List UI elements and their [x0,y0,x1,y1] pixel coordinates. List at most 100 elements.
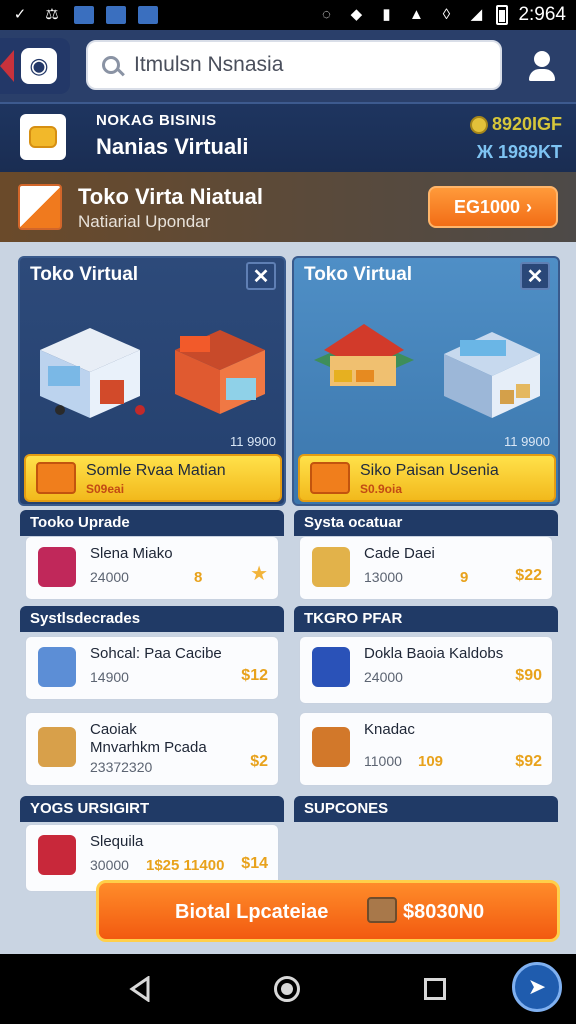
image-icon [74,6,94,24]
search-input[interactable] [134,53,474,77]
assistant-icon[interactable]: ➤ [512,962,562,1012]
search-icon [102,56,120,74]
list-item[interactable]: Cade Daei 13000 9 $22 [299,536,553,600]
item-price: $14 [241,855,268,872]
search-box[interactable] [86,40,502,90]
store-banner-button-label: EG1000 [453,196,521,217]
item-price: $2 [250,753,268,770]
chevron-right-icon: › [526,196,533,217]
store-card-title: Toko Virtual [30,264,139,285]
profile-head [534,51,550,67]
item-sub: 13000 [364,569,403,585]
calendar-icon [138,6,158,24]
section-heading: SUPCONES [294,796,558,822]
notification-icon: ✓ [13,6,27,23]
item-price: $92 [515,753,542,770]
notification-icon: ⚖ [45,6,59,23]
store-card-count: 11 9900 [229,434,276,449]
back-icon[interactable] [128,976,152,1002]
offer-title: Siko Paisan Usenia [360,462,499,479]
coin-balance-value: 8920IGF [491,114,562,134]
purchase-amount: $8030N0 [403,901,485,923]
nfc-icon: ▮ [382,6,391,23]
box-icon [312,547,350,587]
discount-icon [310,462,350,494]
item-name-line2: Mnvarhkm Pcada [90,739,207,756]
item-meta: 8 [194,569,203,586]
coin-icon [469,115,488,134]
offer-banner[interactable]: Somle Rvaa Matian S09eai [24,454,282,502]
section-heading: YOGS URSIGIRT [20,796,284,822]
item-meta: 109 [418,753,444,770]
offer-title: Somle Rvaa Matian [86,462,226,479]
item-sub: 14900 [90,669,129,685]
purchase-button[interactable]: Biotal Lpcateiae $8030N0 [96,880,560,942]
item-name: Cade Daei [364,545,435,562]
alarm-icon: ◆ [350,6,363,23]
item-name: Slequila [90,833,144,850]
offer-price: S0.9oia [360,482,403,496]
box-icon [18,184,62,230]
section-heading: Tooko Uprade [20,510,284,536]
mail-icon [106,6,126,24]
home-icon[interactable] [274,976,300,1002]
item-sub: 30000 [90,857,129,873]
business-name: Nanias Virtuali [96,134,249,159]
item-name: Knadac [364,721,415,738]
recent-apps-icon[interactable] [424,978,446,1000]
top-header: ◉ [0,30,576,102]
star-icon: ★ [250,563,268,585]
list-item[interactable]: Slena Miako 24000 8 ★ [25,536,279,600]
cube-icon [312,647,350,687]
plant-pot-icon [38,835,76,875]
item-name: Slena Miako [90,545,173,562]
battery-icon [496,5,509,25]
item-sub: 24000 [364,669,403,685]
store-card-count: 11 9900 [503,434,550,449]
system-nav-bar [0,954,576,1024]
item-name: Sohcal: Paa Cacibe [90,645,222,662]
item-price: $22 [515,567,542,584]
gem-balance: Ж 1989KT [476,142,562,162]
profile-icon[interactable] [520,46,564,86]
wifi-icon: ◊ [442,6,451,23]
coin-balance: 8920IGF [469,114,562,135]
store-card-title: Toko Virtual [304,264,413,285]
chest-icon [367,897,397,923]
close-icon[interactable]: ✕ [246,262,276,290]
item-name: Dokla Baoia Kaldobs [364,645,504,662]
close-icon[interactable]: ✕ [520,262,550,290]
item-sub: 23372320 [90,759,153,775]
list-item[interactable]: Sohcal: Paa Cacibe 14900 $12 [25,636,279,700]
store-illustration [40,328,265,418]
item-price: $12 [241,667,268,684]
offer-banner[interactable]: Siko Paisan Usenia S0.9oia [298,454,556,502]
list-item[interactable]: Caoiak Mnvarhkm Pcada 23372320 $2 [25,712,279,786]
item-meta: 9 [460,569,469,586]
clock: 2:964 [518,4,566,25]
gift-icon [36,462,76,494]
offer-price: S09eai [86,482,125,496]
crate-icon [38,727,76,767]
back-chevron-icon [0,50,14,82]
store-banner-title: Toko Virta Niatual [78,184,264,209]
section-heading: Systlsdecrades [20,606,284,632]
business-subtitle: NOKAG BISINIS [96,112,217,129]
sync-icon: ◌ [321,6,331,23]
coins-icon [20,114,66,160]
gem-box-icon [38,547,76,587]
nfc-icon: ▲ [409,6,424,23]
store-banner-button[interactable]: EG1000 › [428,186,558,228]
item-sub: 11000 [364,753,402,769]
store-card[interactable]: Toko Virtual ✕ 11 9900 Siko Paisan Useni… [292,256,560,506]
store-card[interactable]: Toko Virtual ✕ 11 9900 Somle Rvaa Matian… [18,256,286,506]
item-sub: 24000 [90,569,129,585]
menu-button[interactable]: ◉ [0,38,70,94]
signal-icon: ◢ [470,6,483,23]
store-banner-subtitle: Natiarial Upondar [78,212,211,231]
list-item[interactable]: Dokla Baoia Kaldobs 24000 $90 [299,636,553,704]
store-illustration [314,324,540,418]
item-meta: 1$25 11400 [146,857,225,874]
section-heading: TKGRO PFAR [294,606,558,632]
list-item[interactable]: Knadac 11000 109 $92 [299,712,553,786]
